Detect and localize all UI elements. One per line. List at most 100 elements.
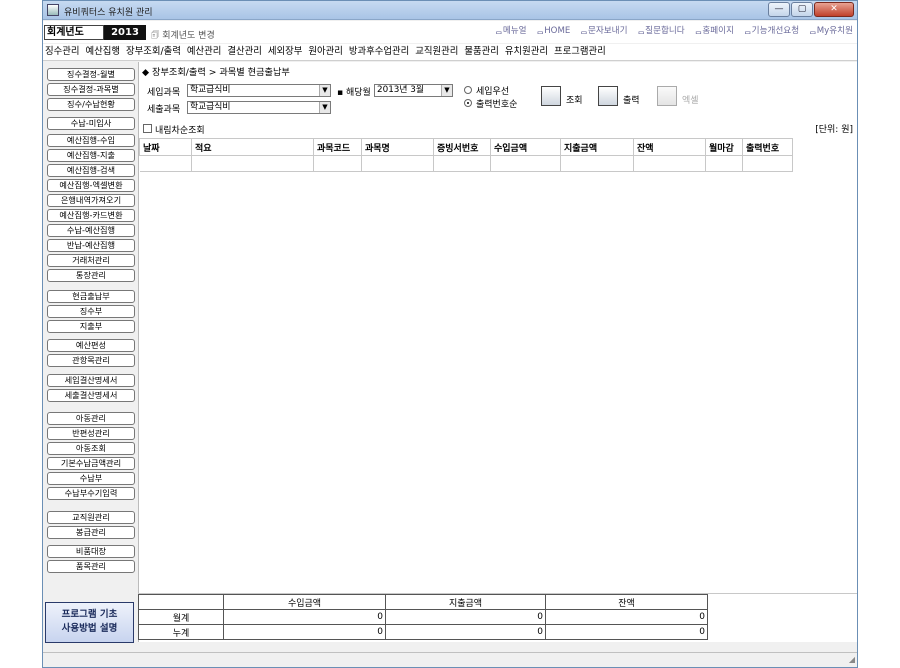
sidebar-item[interactable]: 품목관리 (47, 560, 135, 573)
sidebar-item[interactable]: 반납-예산집행 (47, 239, 135, 252)
month-select[interactable]: 2013년 3월 ▼ (374, 84, 453, 97)
col-income[interactable]: 수입금액 (490, 138, 561, 156)
menu-item-settlement[interactable]: 결산관리 (227, 44, 262, 60)
menu-item-afterschool[interactable]: 방과후수업관리 (349, 44, 409, 60)
col-voucher-no[interactable]: 증빙서번호 (433, 138, 491, 156)
grid-cell[interactable] (139, 155, 192, 172)
summary-value: 0 (545, 609, 708, 625)
grid-cell[interactable] (742, 155, 793, 172)
grid-cell[interactable] (433, 155, 491, 172)
grid-cell[interactable] (313, 155, 362, 172)
maximize-button[interactable]: ▢ (791, 2, 813, 17)
top-bar: 회계년도 2013 🗊 회계년도 변경 ᆷ메뉴얼 ᆷHOME ᆷ문자보내기 ᆷ질… (43, 21, 857, 43)
link-questions[interactable]: ᆷ질문합니다 (637, 26, 684, 36)
link-send-sms[interactable]: ᆷ문자보내기 (580, 26, 627, 36)
sidebar-item[interactable]: 수납부수기입력 (47, 487, 135, 500)
sidebar-item[interactable]: 세출결산명세서 (47, 389, 135, 402)
minimize-button[interactable]: — (768, 2, 790, 17)
sidebar-item[interactable]: 은행내역가져오기 (47, 194, 135, 207)
income-subject-select[interactable]: 학교급식비 ▼ (187, 84, 331, 97)
sidebar-item[interactable]: 현금출납부 (47, 290, 135, 303)
summary-value: 0 (223, 609, 386, 625)
app-icon (47, 4, 59, 16)
menu-item-budget-exec[interactable]: 예산집행 (86, 44, 121, 60)
menu-item-staff[interactable]: 교직원관리 (415, 44, 458, 60)
col-subject-name[interactable]: 과목명 (361, 138, 434, 156)
link-feature-request[interactable]: ᆷ기능개선요청 (744, 26, 799, 36)
sidebar-item[interactable]: 아동관리 (47, 412, 135, 425)
fiscal-year-label: 회계년도 (44, 25, 104, 40)
grid-cell[interactable] (361, 155, 434, 172)
sidebar-item[interactable]: 예산집행-엑셀변환 (47, 179, 135, 192)
sidebar-item[interactable]: 수납-미입사 (47, 117, 135, 130)
col-summary[interactable]: 적요 (191, 138, 314, 156)
program-help-button[interactable]: 프로그램 기초 사용방법 설명 (45, 602, 134, 643)
menu-item-budget[interactable]: 예산관리 (187, 44, 222, 60)
menu-item-ledger[interactable]: 장부조회/출력 (126, 44, 181, 60)
link-homepage[interactable]: ᆷ홈페이지 (694, 26, 734, 36)
ledger-grid[interactable]: 날짜 적요 과목코드 과목명 증빙서번호 수입금액 지출금액 잔액 월마감 출력… (139, 138, 793, 172)
radio-output-order[interactable] (464, 99, 472, 107)
menu-item-goods[interactable]: 물품관리 (464, 44, 499, 60)
change-fiscal-year-link[interactable]: 🗊 회계년도 변경 (151, 28, 215, 44)
grid-cell[interactable] (191, 155, 314, 172)
sidebar-item[interactable]: 수납부 (47, 472, 135, 485)
menu-item-extra-ledger[interactable]: 세외장부 (268, 44, 303, 60)
chevron-down-icon: ▼ (441, 85, 452, 96)
grid-cell[interactable] (490, 155, 561, 172)
print-button[interactable]: 출력 (598, 86, 646, 110)
sidebar-item[interactable]: 징수결정-과목별 (47, 83, 135, 96)
grid-cell[interactable] (633, 155, 706, 172)
fiscal-year-value: 2013 (104, 25, 146, 40)
col-subject-code[interactable]: 과목코드 (313, 138, 362, 156)
sidebar-item[interactable]: 예산편성 (47, 339, 135, 352)
income-subject-label: 세입과목 (147, 88, 181, 98)
resize-grip-icon[interactable]: ◢ (846, 655, 855, 664)
radio-income-first[interactable] (464, 86, 472, 94)
sidebar-item[interactable]: 교직원관리 (47, 511, 135, 524)
table-row[interactable] (139, 155, 793, 172)
col-balance[interactable]: 잔액 (633, 138, 706, 156)
calendar-icon: 🗊 (151, 31, 163, 41)
sidebar-item[interactable]: 징수/수납현황 (47, 98, 135, 111)
menu-item-children[interactable]: 원아관리 (308, 44, 343, 60)
sidebar-item[interactable]: 징수부 (47, 305, 135, 318)
sidebar-item[interactable]: 반편성관리 (47, 427, 135, 440)
excel-button[interactable]: 엑셀 (657, 86, 707, 110)
search-button[interactable]: 조회 (541, 86, 589, 110)
col-month-close[interactable]: 월마감 (705, 138, 743, 156)
sidebar-item[interactable]: 비품대장 (47, 545, 135, 558)
close-button[interactable]: ✕ (814, 2, 854, 17)
desc-sort-checkbox[interactable] (143, 124, 152, 133)
main-panel: ◆ 장부조회/출력 > 과목별 현금출납부 세입과목 학교급식비 ▼ 세출과목 … (138, 62, 857, 642)
program-help-line2: 사용방법 설명 (61, 623, 118, 634)
grid-cell[interactable] (705, 155, 743, 172)
sidebar-item[interactable]: 예산집행-카드변환 (47, 209, 135, 222)
link-my-kindergarten[interactable]: ᆷMy유치원 (809, 26, 853, 36)
link-home[interactable]: ᆷHOME (536, 26, 570, 36)
sidebar-item[interactable]: 지출부 (47, 320, 135, 333)
menu-item-kindergarten[interactable]: 유치원관리 (505, 44, 548, 60)
sidebar-item[interactable]: 아동조회 (47, 442, 135, 455)
menu-item-collection[interactable]: 징수관리 (45, 44, 80, 60)
sidebar-item[interactable]: 예산집행-지출 (47, 149, 135, 162)
unit-label: [단위: 원] (815, 125, 853, 135)
col-expense[interactable]: 지출금액 (560, 138, 634, 156)
col-date[interactable]: 날짜 (139, 138, 192, 156)
grid-cell[interactable] (560, 155, 634, 172)
expense-subject-select[interactable]: 학교급식비 ▼ (187, 101, 331, 114)
menu-item-program[interactable]: 프로그램관리 (554, 44, 606, 60)
sidebar-item[interactable]: 예산집행-수입 (47, 134, 135, 147)
sidebar-item[interactable]: 수납-예산집행 (47, 224, 135, 237)
sidebar-item[interactable]: 세입결산명세서 (47, 374, 135, 387)
sidebar-item[interactable]: 예산집행-검색 (47, 164, 135, 177)
sidebar-item[interactable]: 기본수납금액관리 (47, 457, 135, 470)
sidebar-item[interactable]: 통장관리 (47, 269, 135, 282)
sidebar-item[interactable]: 관항목관리 (47, 354, 135, 367)
summary-col-balance: 잔액 (545, 594, 708, 610)
sidebar-item[interactable]: 거래처관리 (47, 254, 135, 267)
sidebar-item[interactable]: 봉급관리 (47, 526, 135, 539)
link-manual[interactable]: ᆷ메뉴얼 (495, 26, 527, 36)
col-output-no[interactable]: 출력번호 (742, 138, 793, 156)
sidebar-item[interactable]: 징수결정-월별 (47, 68, 135, 81)
